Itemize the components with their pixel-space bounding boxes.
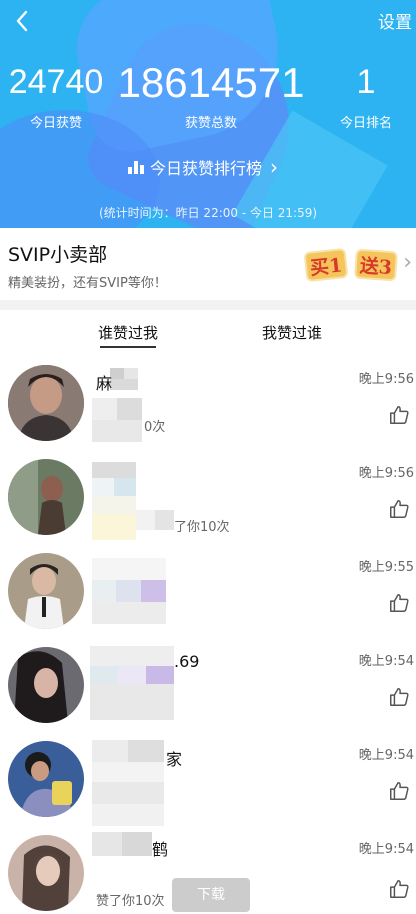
user-name: .69 [174,652,200,671]
thumbs-up-icon[interactable] [388,878,410,900]
list-item[interactable]: 晚上9:55 [0,548,416,642]
back-arrow-icon[interactable] [10,8,36,34]
avatar [8,741,84,817]
user-name: 家 [166,750,183,769]
today-likes-stat: 24740 今日获赞 [0,62,112,131]
avatar [8,553,84,629]
user-name: 麻 [96,374,113,393]
stats-header: 设置 24740 今日获赞 18614571 获赞总数 1 今日排名 今日获赞排… [0,0,416,228]
bar-chart-icon [128,160,144,174]
pixelated-name [92,832,152,856]
like-time: 晚上9:55 [358,560,414,575]
svip-subtitle: 精美装扮，还有SVIP等你！ [8,276,167,291]
like-count: 了你10次 [174,520,230,535]
list-item[interactable]: 了你10次 晚上9:56 [0,454,416,548]
leaderboard-link[interactable]: 今日获赞排行榜 › [128,155,278,179]
download-button[interactable]: 下载 [172,878,250,912]
stat-period-text: (统计时间为：昨日 22:00 - 今日 21:59) [98,206,318,220]
today-likes-label: 今日获赞 [29,116,82,131]
thumbs-up-icon[interactable] [388,780,410,802]
total-likes-label: 获赞总数 [184,116,237,131]
leaderboard-label: 今日获赞排行榜 [150,159,263,178]
pixelated-name [92,462,136,542]
pixelated-name [92,740,164,826]
today-rank-label: 今日排名 [339,116,392,131]
today-rank-value: 1 [356,63,376,101]
chevron-right-icon: › [403,250,412,275]
thumbs-up-icon[interactable] [388,498,410,520]
thumbs-up-icon[interactable] [388,592,410,614]
active-tab-indicator [100,346,156,348]
get-three-badge: 送3 [354,248,398,282]
buy-one-badge: 买1 [303,247,349,283]
avatar [8,835,84,911]
pixelated-name [110,368,138,390]
like-time: 晚上9:54 [358,748,414,763]
like-count: 赞了你10次 [96,894,165,909]
total-likes-value: 18614571 [117,59,305,106]
chevron-right-icon: › [270,155,279,179]
avatar [8,459,84,535]
settings-button[interactable]: 设置 [378,8,412,33]
user-name: 鹤 [152,840,169,859]
list-item[interactable]: 家 晚上9:54 [0,736,416,830]
thumbs-up-icon[interactable] [388,686,410,708]
like-time: 晚上9:54 [358,842,414,857]
like-time: 晚上9:54 [358,654,414,669]
pixelated-name [92,558,166,624]
pixelated-text [92,398,142,442]
tab-who-i-liked[interactable]: 我赞过谁 [262,322,322,343]
pixelated-name [90,646,174,720]
like-count: 0次 [144,420,166,435]
pixelated-text [136,510,174,530]
section-divider [0,300,416,310]
thumbs-up-icon[interactable] [388,404,410,426]
svip-title: SVIP小卖部 [8,244,108,266]
list-item[interactable]: .69 晚上9:54 [0,642,416,736]
tab-who-liked-me[interactable]: 谁赞过我 [98,322,158,343]
tab-bar: 谁赞过我 我赞过谁 [0,310,416,356]
avatar [8,365,84,441]
svip-shop-banner[interactable]: SVIP小卖部 精美装扮，还有SVIP等你！ 买1 送3 › [0,228,416,300]
list-item[interactable]: 麻 0次 晚上9:56 [0,360,416,454]
today-likes-value: 24740 [8,63,104,101]
like-time: 晚上9:56 [358,372,414,387]
avatar [8,647,84,723]
total-likes-stat: 18614571 获赞总数 [111,58,311,131]
like-time: 晚上9:56 [358,466,414,481]
today-rank-stat: 1 今日排名 [316,62,416,131]
